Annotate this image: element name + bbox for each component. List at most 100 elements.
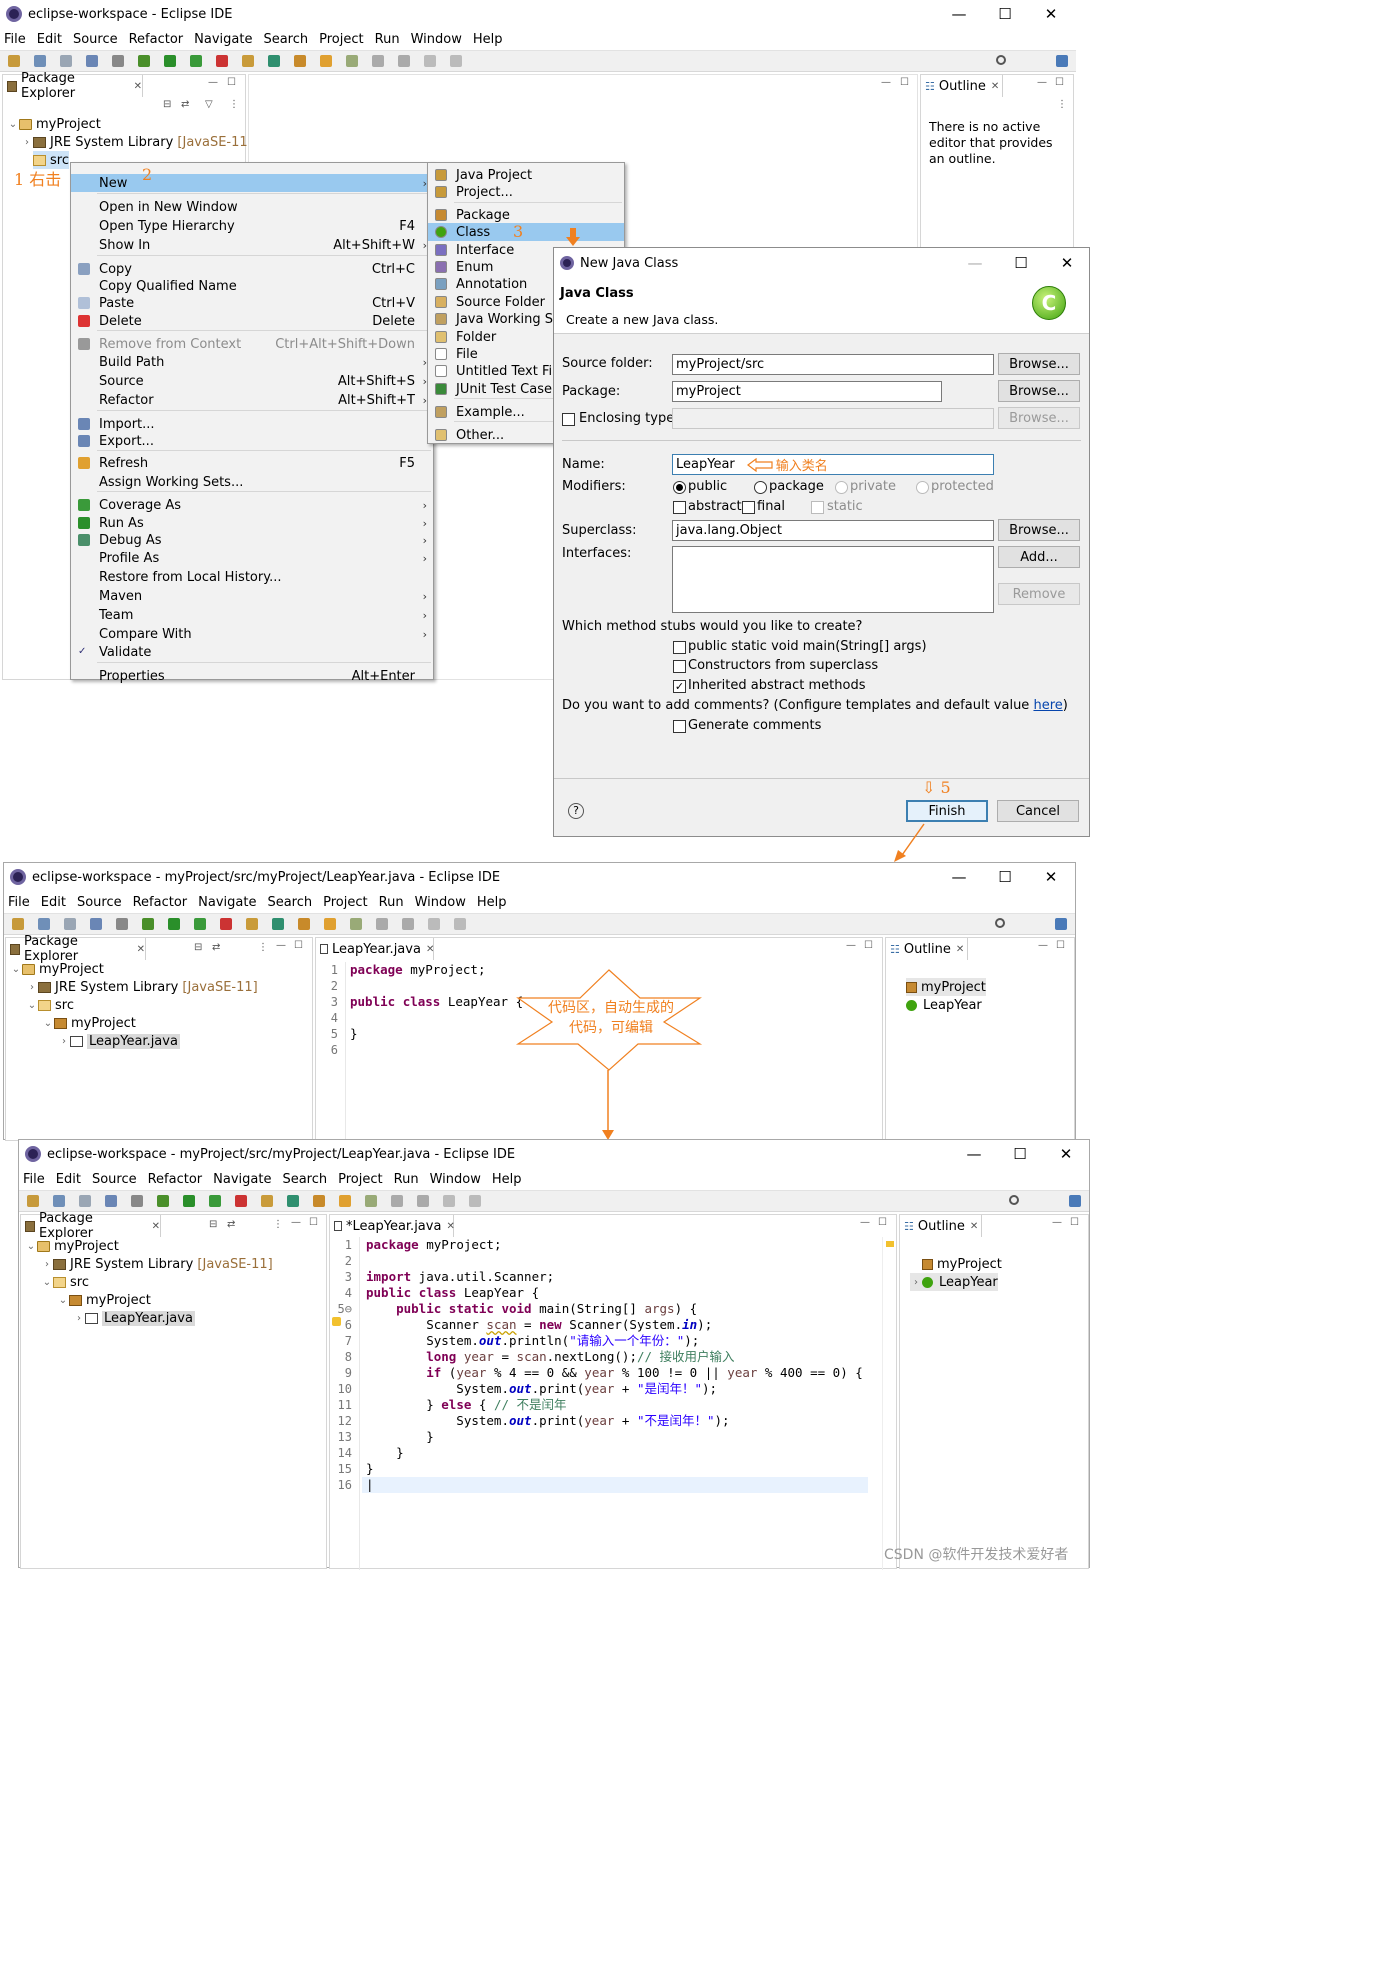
chevron-right-icon[interactable]: › (26, 982, 38, 993)
context-menu-item-validate[interactable]: ✓ Validate (71, 643, 433, 661)
maximize-button[interactable]: ☐ (982, 0, 1028, 28)
filter-icon[interactable]: ▽ (205, 99, 213, 110)
minimize-button[interactable]: — (952, 248, 998, 278)
tree-jre[interactable]: › JRE System Library [JavaSE-11] (26, 978, 258, 996)
toolbar-button-icon[interactable] (261, 1195, 273, 1207)
close-tab-icon[interactable]: ✕ (134, 81, 142, 92)
close-button[interactable]: ✕ (1028, 863, 1074, 891)
toolbar-button-icon[interactable] (105, 1195, 117, 1207)
search-icon[interactable] (995, 918, 1005, 928)
toolbar-button-icon[interactable] (138, 55, 150, 67)
tab-outline[interactable]: ☷ Outline ✕ (900, 1215, 982, 1237)
chevron-down-icon[interactable]: ⌄ (42, 1018, 54, 1029)
finish-button[interactable]: Finish (906, 800, 988, 822)
tab-package-explorer[interactable]: Package Explorer ✕ (21, 1211, 161, 1241)
minimize-button[interactable]: — (951, 1140, 997, 1168)
toolbar-button-icon[interactable] (428, 918, 440, 930)
java-perspective-icon[interactable] (1069, 1195, 1081, 1207)
context-menu-item-build-path[interactable]: Build Path › (71, 353, 433, 371)
minimize-editor-icon[interactable]: — (846, 940, 856, 951)
tab-leapyear-java[interactable]: LeapYear.java ✕ (316, 938, 434, 960)
minimize-view-icon[interactable]: — (208, 77, 218, 88)
toolbar-button-icon[interactable] (365, 1195, 377, 1207)
maximize-editor-icon[interactable]: ☐ (878, 1217, 887, 1228)
tree-jre[interactable]: › JRE System Library [JavaSE-11] (41, 1255, 273, 1273)
context-menu-item-debug-as[interactable]: Debug As › (71, 531, 433, 549)
close-tab-icon[interactable]: ✕ (970, 1221, 978, 1232)
menu-file[interactable]: File (23, 1172, 45, 1187)
context-menu-item-copy-qualified-name[interactable]: Copy Qualified Name (71, 277, 433, 295)
context-menu-item-profile-as[interactable]: Profile As › (71, 549, 433, 567)
toolbar-button-icon[interactable] (324, 918, 336, 930)
close-tab-icon[interactable]: ✕ (137, 944, 145, 955)
tree-file[interactable]: › LeapYear.java (73, 1309, 195, 1327)
toolbar-button-icon[interactable] (298, 918, 310, 930)
toolbar-button-icon[interactable] (417, 1195, 429, 1207)
link-editor-icon[interactable]: ⇄ (212, 942, 220, 953)
menu-edit[interactable]: Edit (37, 32, 62, 47)
search-icon[interactable] (996, 55, 1006, 65)
maximize-view-icon[interactable]: ☐ (227, 77, 236, 88)
code-area[interactable]: package myProject; import java.util.Scan… (366, 1237, 870, 1567)
minimize-view-icon[interactable]: — (1038, 940, 1048, 951)
outline-item-class[interactable]: LeapYear (906, 996, 982, 1014)
link-editor-icon[interactable]: ⇄ (227, 1219, 235, 1230)
context-menu-item-run-as[interactable]: Run As › (71, 514, 433, 532)
menu-file[interactable]: File (4, 32, 26, 47)
chevron-right-icon[interactable]: › (58, 1036, 70, 1047)
toolbar-button-icon[interactable] (235, 1195, 247, 1207)
close-tab-icon[interactable]: ✕ (956, 944, 964, 955)
toolbar-button-icon[interactable] (34, 55, 46, 67)
browse-package-button[interactable]: Browse... (998, 380, 1080, 402)
chevron-down-icon[interactable]: ⌄ (7, 119, 19, 130)
context-menu-item-coverage-as[interactable]: Coverage As › (71, 496, 433, 514)
toolbar-button-icon[interactable] (469, 1195, 481, 1207)
toolbar-button-icon[interactable] (12, 918, 24, 930)
toolbar-button-icon[interactable] (376, 918, 388, 930)
toolbar-button-icon[interactable] (38, 918, 50, 930)
collapse-all-icon[interactable]: ⊟ (194, 942, 202, 953)
maximize-editor-icon[interactable]: ☐ (900, 77, 909, 88)
cancel-button[interactable]: Cancel (997, 800, 1079, 822)
code-line-3[interactable]: public class LeapYear { (350, 994, 523, 1010)
view-menu-icon[interactable]: ⋮ (273, 1219, 283, 1230)
menu-help[interactable]: Help (492, 1172, 522, 1187)
context-menu-item-refactor[interactable]: Refactor Alt+Shift+T › (71, 391, 433, 409)
toolbar-button-icon[interactable] (209, 1195, 221, 1207)
class-name-field[interactable]: LeapYear 输入类名 (672, 454, 994, 475)
browse-source-folder-button[interactable]: Browse... (998, 353, 1080, 375)
chevron-right-icon[interactable]: › (21, 137, 33, 148)
menu-file[interactable]: File (8, 895, 30, 910)
context-menu-item-delete[interactable]: Delete Delete (71, 312, 433, 330)
toolbar-button-icon[interactable] (450, 55, 462, 67)
toolbar-button-icon[interactable] (391, 1195, 403, 1207)
menu-help[interactable]: Help (477, 895, 507, 910)
menu-search[interactable]: Search (267, 895, 312, 910)
collapse-all-icon[interactable]: ⊟ (209, 1219, 217, 1230)
here-link[interactable]: here (1033, 698, 1062, 713)
chevron-down-icon[interactable]: ⌄ (25, 1241, 37, 1252)
maximize-button[interactable]: ☐ (997, 1140, 1043, 1168)
menu-edit[interactable]: Edit (41, 895, 66, 910)
toolbar-button-icon[interactable] (190, 55, 202, 67)
java-perspective-icon[interactable] (1056, 55, 1068, 67)
context-menu-item-restore-from-local-history[interactable]: Restore from Local History... (71, 568, 433, 586)
toolbar-button-icon[interactable] (346, 55, 358, 67)
toolbar-button-icon[interactable] (27, 1195, 39, 1207)
submenu-item-package[interactable]: Package (428, 206, 624, 224)
minimize-editor-icon[interactable]: — (860, 1217, 870, 1228)
menu-window[interactable]: Window (430, 1172, 481, 1187)
close-tab-icon[interactable]: ✕ (152, 1221, 160, 1232)
menu-refactor[interactable]: Refactor (133, 895, 188, 910)
outline-item-class[interactable]: › LeapYear (910, 1273, 998, 1291)
chevron-right-icon[interactable]: › (73, 1313, 85, 1324)
chevron-down-icon[interactable]: ⌄ (10, 964, 22, 975)
tab-leapyear-java[interactable]: *LeapYear.java ✕ (330, 1215, 455, 1237)
toolbar-button-icon[interactable] (398, 55, 410, 67)
context-menu-item-show-in[interactable]: Show In Alt+Shift+W › (71, 236, 433, 254)
toolbar-button-icon[interactable] (64, 918, 76, 930)
maximize-editor-icon[interactable]: ☐ (864, 940, 873, 951)
tree-project[interactable]: ⌄ myProject (25, 1237, 119, 1255)
maximize-view-icon[interactable]: ☐ (1055, 77, 1064, 88)
menu-project[interactable]: Project (319, 32, 363, 47)
